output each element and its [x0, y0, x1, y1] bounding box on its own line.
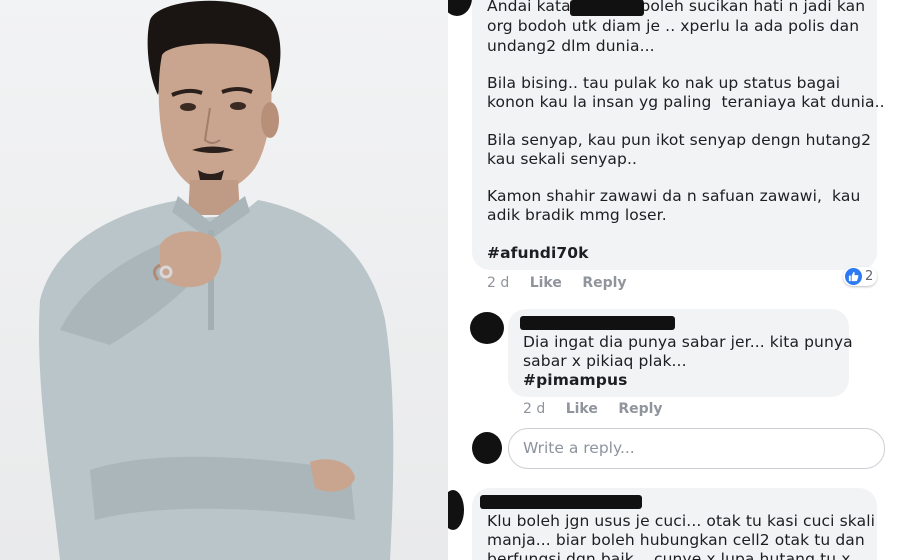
redacted-name: [570, 0, 644, 16]
man-in-baju-melayu-illustration: [39, 0, 394, 560]
comment-line: berfungsi dgn baik... cunye x lupa hutan…: [487, 550, 851, 560]
current-user-avatar: [472, 432, 502, 464]
comment-line: org bodoh utk diam je .. xperlu la ada p…: [487, 17, 860, 35]
comment-line: adik bradik mmg loser.: [487, 206, 667, 224]
reply-avatar[interactable]: [470, 312, 504, 344]
comment-line: kau sekali senyap..: [487, 150, 638, 168]
comment-line: manja... biar boleh hubungkan cell2 otak…: [487, 531, 865, 549]
comment-line: Kamon shahir zawawi da n safuan zawawi, …: [487, 187, 861, 205]
comment-line: Andai kata ni boleh sucikan hati n jadi …: [487, 0, 866, 15]
reply-timestamp: 2 d: [523, 401, 546, 417]
comment-line: Bila bising.. tau pulak ko nak up status…: [487, 74, 841, 92]
commenter-avatar[interactable]: [448, 490, 464, 530]
comment-line: konon kau la insan yg paling teraniaya k…: [487, 93, 885, 111]
redacted-name: [480, 495, 642, 509]
hashtag[interactable]: #afundi70k: [487, 244, 589, 263]
reply-button[interactable]: Reply: [582, 275, 626, 291]
thumbs-up-icon: [845, 268, 862, 285]
comment-actions: 2 d Like Reply: [487, 275, 643, 291]
reply-reply-button[interactable]: Reply: [618, 401, 662, 417]
comment-line: undang2 dlm dunia...: [487, 37, 655, 55]
comment-timestamp: 2 d: [487, 275, 510, 291]
reaction-count: 2: [865, 269, 874, 284]
reply-like-button[interactable]: Like: [566, 401, 598, 417]
comment-thread: Andai kata ni boleh sucikan hati n jadi …: [448, 0, 900, 560]
portrait-photo: [0, 0, 448, 560]
hashtag[interactable]: #pimampus: [523, 371, 627, 390]
comment-line: Klu boleh jgn usus je cuci... otak tu ka…: [487, 512, 876, 530]
reaction-count-badge[interactable]: 2: [843, 267, 878, 286]
reply-input[interactable]: Write a reply...: [508, 428, 885, 469]
reply-actions: 2 d Like Reply: [523, 401, 679, 417]
redacted-name: [520, 316, 675, 330]
reply-line: sabar x pikiaq plak...: [523, 352, 687, 370]
like-button[interactable]: Like: [530, 275, 562, 291]
commenter-avatar[interactable]: [448, 0, 472, 16]
reply-input-placeholder: Write a reply...: [523, 439, 635, 457]
reply-line: Dia ingat dia punya sabar jer... kita pu…: [523, 333, 853, 351]
comment-line: Bila senyap, kau pun ikot senyap dengn h…: [487, 131, 872, 149]
